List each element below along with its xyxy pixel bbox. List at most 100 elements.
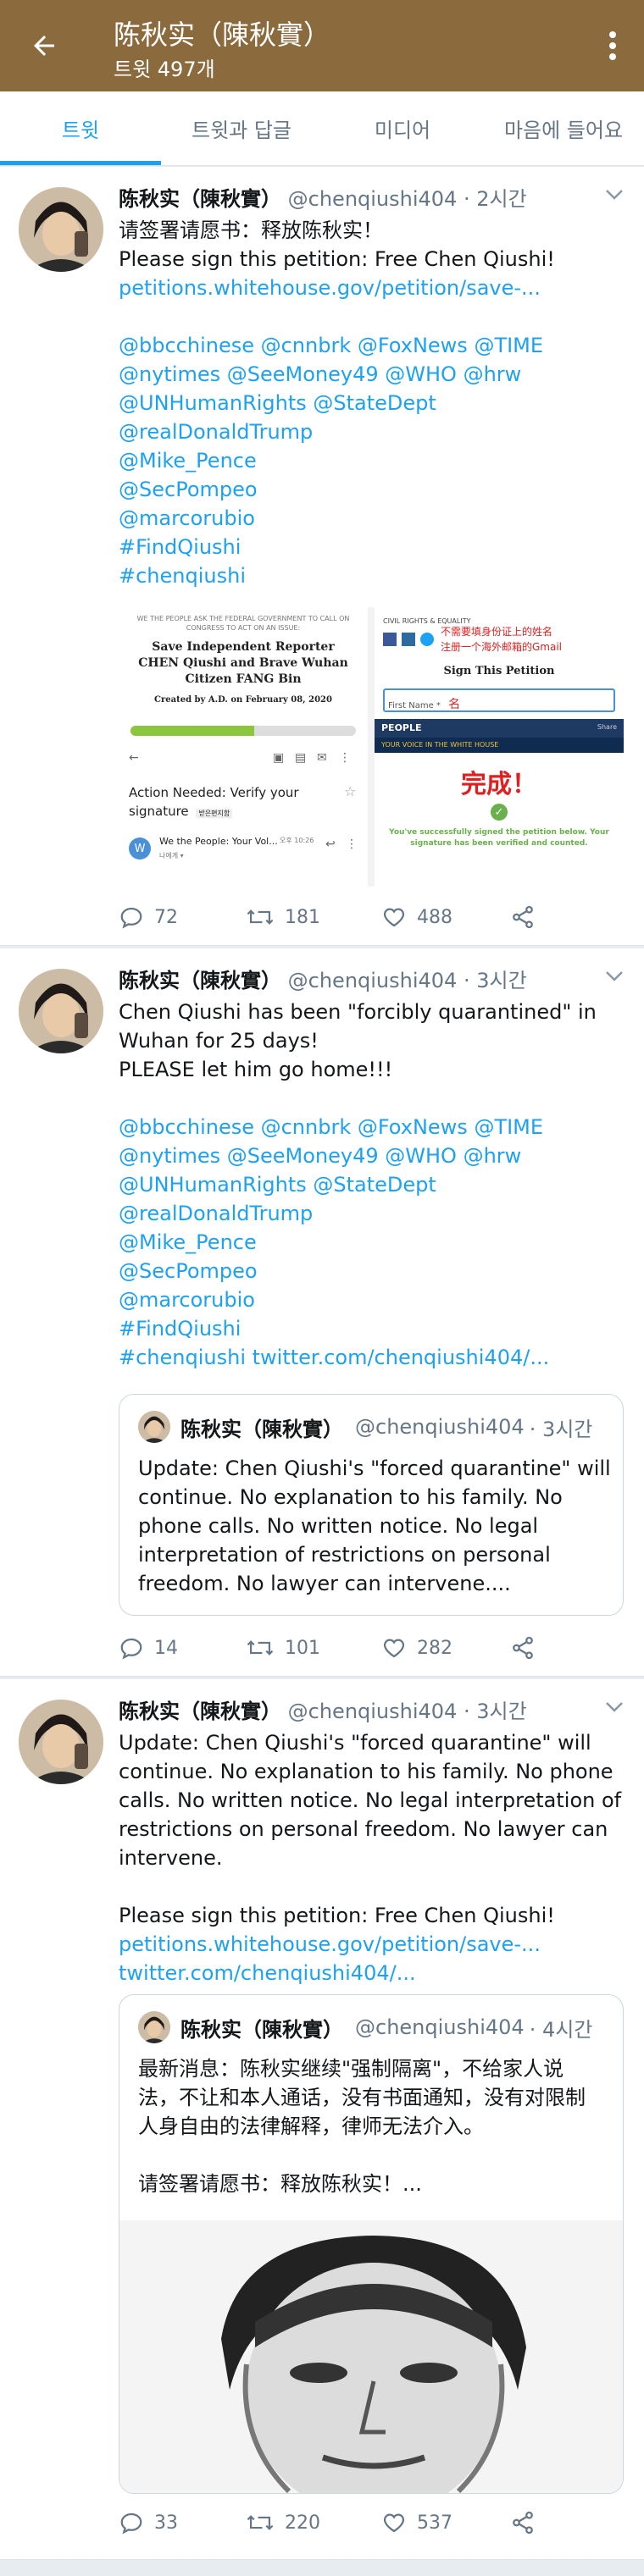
quoted-tweet[interactable]: 陈秋实（陳秋實） @chenqiushi404 · 4시간 最新消息：陈秋实继续…	[119, 1994, 624, 2494]
retweet-button[interactable]: 220	[246, 2506, 320, 2540]
sender-sub: 나에게 ▾	[159, 852, 184, 860]
tab-tweets[interactable]: 트윗	[0, 91, 161, 165]
hashtag-line[interactable]: #FindQiushi	[119, 533, 624, 561]
like-button[interactable]: 488	[381, 900, 452, 934]
tweet-line: PLEASE let him go home!!!	[119, 1058, 393, 1081]
like-button[interactable]: 537	[381, 2506, 452, 2540]
sender-name: We the People: Your Vol...	[159, 836, 278, 847]
retweet-icon	[247, 2515, 274, 2530]
mention-line[interactable]: @SecPompeo	[119, 475, 624, 504]
author-name[interactable]: 陈秋实（陳秋實）	[119, 969, 281, 992]
tweet-time: · 2시간	[463, 187, 527, 211]
avatar[interactable]	[19, 1700, 103, 1784]
avatar[interactable]	[19, 969, 103, 1053]
share-button[interactable]	[510, 1631, 546, 1665]
profile-name: 陈秋实（陳秋實）	[114, 19, 331, 51]
done-text: 完成！	[461, 770, 537, 799]
mention-line[interactable]: @nytimes @SeeMoney49 @WHO @hrw	[119, 1142, 624, 1170]
petition-link[interactable]: petitions.whitehouse.gov/petition/save-.…	[119, 274, 624, 302]
mention-line[interactable]: @Mike_Pence	[119, 446, 624, 475]
author-name[interactable]: 陈秋实（陳秋實）	[119, 1700, 281, 1723]
more-icon: ⋮	[339, 751, 351, 765]
mention-line[interactable]: @UNHumanRights @StateDept	[119, 389, 624, 417]
hashtag-line[interactable]: #FindQiushi	[119, 1314, 624, 1343]
petition-title: Save Independent Reporter CHEN Qiushi an…	[138, 640, 348, 686]
mention-line[interactable]: @Mike_Pence	[119, 1228, 624, 1257]
mention-line[interactable]: @realDonaldTrump	[119, 417, 624, 446]
author-handle[interactable]: @chenqiushi404	[288, 187, 458, 211]
mention-line[interactable]: @UNHumanRights @StateDept	[119, 1170, 624, 1199]
quoted-text: 最新消息：陈秋实继续"强制隔离"，不给家人说 法，不让和本人通话，没有书面通知，…	[138, 2054, 609, 2198]
tab-likes[interactable]: 마음에 들어요	[483, 91, 644, 165]
mention-line[interactable]: @bbcchinese @cnnbrk @FoxNews @TIME	[119, 331, 624, 360]
quoted-line: 人身自由的法律解释，律师无法介入。	[138, 2114, 484, 2138]
quoted-line: freedom. No lawyer can intervene....	[138, 1572, 511, 1595]
tweet-link[interactable]: twitter.com/chenqiushi404/...	[119, 1959, 624, 1987]
avatar[interactable]	[19, 187, 103, 272]
vertical-dots-icon	[609, 31, 616, 60]
reply-button[interactable]: 72	[119, 900, 178, 934]
tweet-text: Chen Qiushi has been "forcibly quarantin…	[119, 998, 624, 1372]
quoted-time: · 3시간	[529, 1417, 593, 1441]
mention-line[interactable]: @marcorubio	[119, 504, 624, 533]
chevron-down-icon[interactable]	[605, 1701, 624, 1713]
reply-icon	[120, 2512, 142, 2535]
author-handle[interactable]: @chenqiushi404	[288, 1700, 458, 1723]
back-button[interactable]	[24, 25, 64, 66]
chevron-down-icon[interactable]	[605, 970, 624, 982]
mention-line[interactable]: @realDonaldTrump	[119, 1199, 624, 1228]
first-name-label: First Name *	[388, 701, 441, 710]
tweet[interactable]: 陈秋实（陳秋實） @chenqiushi404 · 3시간 Update: Ch…	[0, 1679, 644, 2560]
retweet-button[interactable]: 181	[246, 900, 320, 934]
sender-avatar: W	[129, 837, 151, 860]
reply-button[interactable]: 33	[119, 2506, 178, 2540]
share-icon	[513, 1636, 533, 1660]
retweet-button[interactable]: 101	[246, 1631, 320, 1665]
hashtag-line[interactable]: #chenqiushi	[119, 561, 624, 590]
share-button[interactable]	[510, 2506, 546, 2540]
sender-time: 오후 10:26	[280, 837, 314, 844]
mention-line[interactable]: @SecPompeo	[119, 1257, 624, 1285]
tweet[interactable]: 陈秋实（陳秋實） @chenqiushi404 · 2시간 请签署请愿书：释放陈…	[0, 167, 644, 946]
mention-line[interactable]: @bbcchinese @cnnbrk @FoxNews @TIME	[119, 1113, 624, 1142]
author-name[interactable]: 陈秋实（陳秋實）	[119, 187, 281, 211]
tweet-line: Please sign this petition: Free Chen Qiu…	[119, 1904, 555, 1927]
retweet-icon	[247, 1640, 274, 1656]
mention-line[interactable]: @marcorubio	[119, 1285, 624, 1314]
reply-button[interactable]: 14	[119, 1631, 178, 1665]
share-icons	[383, 633, 434, 648]
avatar	[138, 1411, 170, 1443]
more-icon: ⋮	[346, 837, 358, 851]
retweet-count: 220	[285, 2512, 320, 2534]
quoted-tweet[interactable]: 陈秋实（陳秋實） @chenqiushi404 · 3시간 Update: Ch…	[119, 1394, 624, 1616]
like-button[interactable]: 282	[381, 1631, 452, 1665]
quoted-line: continue. No explanation to his family. …	[138, 1485, 563, 1509]
author-handle[interactable]: @chenqiushi404	[288, 969, 458, 992]
tweet-line: Chen Qiushi has been "forcibly quarantin…	[119, 1000, 597, 1024]
retweet-count: 181	[285, 906, 320, 928]
tweet-media[interactable]: WE THE PEOPLE ASK THE FEDERAL GOVERNMENT…	[119, 607, 624, 887]
mention-line[interactable]: @nytimes @SeeMoney49 @WHO @hrw	[119, 360, 624, 389]
more-options-button[interactable]	[600, 25, 625, 66]
sign-title: Sign This Petition	[443, 665, 555, 677]
tab-media[interactable]: 미디어	[322, 91, 483, 165]
quoted-author-name: 陈秋实（陳秋實）	[180, 1417, 343, 1441]
star-icon: ☆	[344, 783, 357, 799]
tweet-actions: 72 181 488	[119, 900, 593, 934]
progress-bar	[130, 726, 356, 736]
tweet-line: 请签署请愿书：释放陈秋实！	[119, 218, 383, 242]
voice-bar: YOUR VOICE IN THE WHITE HOUSE	[375, 738, 624, 753]
chevron-down-icon[interactable]	[605, 189, 624, 201]
quoted-line: 最新消息：陈秋实继续"强制隔离"，不给家人说	[138, 2057, 564, 2081]
tweet-actions: 33 220 537	[119, 2506, 593, 2540]
share-button[interactable]	[510, 900, 546, 934]
first-name-field: First Name * 名	[383, 688, 615, 712]
voice-label: YOUR VOICE IN THE WHITE HOUSE	[381, 741, 499, 749]
tweet-line: continue. No explanation to his family. …	[119, 1760, 613, 1783]
petition-link[interactable]: petitions.whitehouse.gov/petition/save-.…	[119, 1930, 624, 1959]
tweet[interactable]: 陈秋实（陳秋實） @chenqiushi404 · 3시간 Chen Qiush…	[0, 948, 644, 1677]
hashtag-line[interactable]: #chenqiushi twitter.com/chenqiushi404/..…	[119, 1343, 624, 1372]
tab-tweets-and-replies[interactable]: 트윗과 답글	[161, 91, 322, 165]
quoted-header: 陈秋实（陳秋實） @chenqiushi404 · 3시간	[138, 1410, 592, 1444]
arrow-left-icon: ←	[129, 751, 139, 765]
